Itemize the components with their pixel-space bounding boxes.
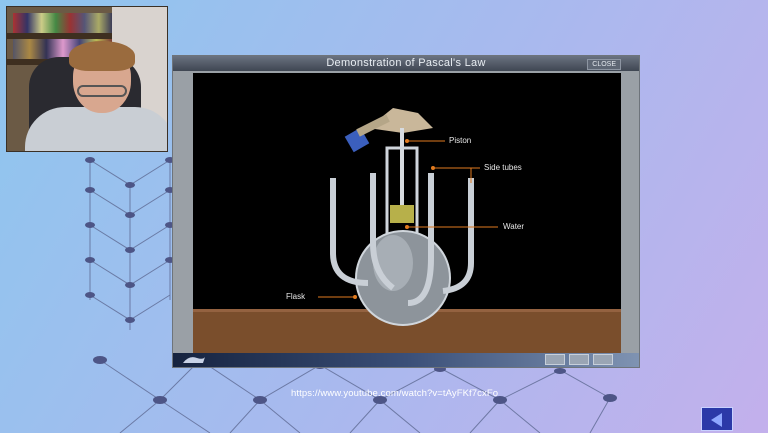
close-button[interactable]: CLOSE <box>587 59 621 70</box>
source-url-text: https://www.youtube.com/watch?v=tAyFKf7c… <box>291 388 499 399</box>
player-control-strip <box>173 353 639 367</box>
piston-label: Piston <box>449 136 472 145</box>
window-titlebar: Demonstration of Pascal's Law CLOSE <box>173 56 639 71</box>
previous-slide-button[interactable] <box>701 407 733 431</box>
publisher-logo-icon <box>183 357 205 363</box>
flask-label: Flask <box>286 292 306 301</box>
window-title: Demonstration of Pascal's Law <box>326 57 486 69</box>
water-label: Water <box>503 222 525 231</box>
pascal-law-demo-window: Demonstration of Pascal's Law CLOSE Pist… <box>172 55 640 368</box>
back-arrow-icon <box>711 413 722 427</box>
piston-rod <box>400 128 404 208</box>
next-control-button[interactable] <box>593 354 613 365</box>
pascal-apparatus-illustration <box>193 108 621 354</box>
piston-head <box>390 205 414 223</box>
hand-graphic <box>344 108 433 153</box>
previous-control-button[interactable] <box>545 354 565 365</box>
animation-stage: Piston Side tubes Water Flask <box>193 73 621 354</box>
play-control-button[interactable] <box>569 354 589 365</box>
side-tubes-label: Side tubes <box>484 163 522 172</box>
presenter-webcam-feed <box>6 6 168 152</box>
